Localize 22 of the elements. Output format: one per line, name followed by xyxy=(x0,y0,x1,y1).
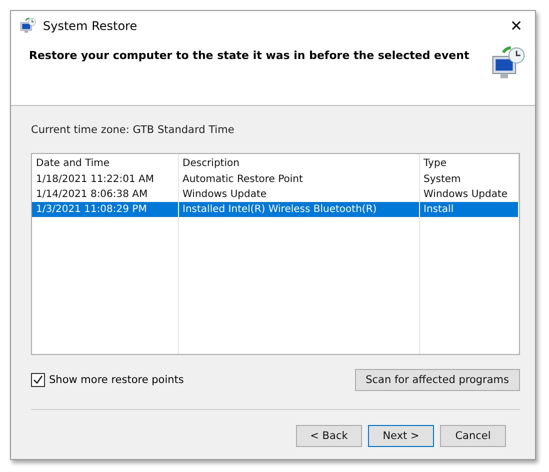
checkbox-label: Show more restore points xyxy=(49,374,184,386)
column-header[interactable]: Description xyxy=(178,154,419,172)
page-heading: Restore your computer to the state it was in before the selected event xyxy=(29,49,470,64)
window-title: System Restore xyxy=(43,19,138,33)
close-button[interactable]: ✕ xyxy=(506,17,527,35)
checkbox[interactable] xyxy=(31,373,45,387)
column-header[interactable]: Date and Time xyxy=(32,154,178,172)
time-zone-label: Current time zone: GTB Standard Time xyxy=(31,124,236,136)
dialog-button[interactable]: < Back xyxy=(296,425,362,447)
table-cell: Automatic Restore Point xyxy=(178,172,419,187)
restore-icon xyxy=(19,17,37,35)
table-row[interactable]: 1/18/2021 11:22:01 AM Automatic Restore Point System xyxy=(32,172,518,187)
dialog-button[interactable]: Cancel xyxy=(440,425,506,447)
table-cell: Install xyxy=(419,202,518,217)
column-header[interactable]: Type xyxy=(419,154,518,172)
dialog-button[interactable]: Next > xyxy=(368,425,434,447)
table-cell: 1/3/2021 11:08:29 PM xyxy=(32,202,178,217)
scan-button[interactable]: Scan for affected programs xyxy=(354,369,520,391)
table-cell: 1/18/2021 11:22:01 AM xyxy=(32,172,178,187)
table-row[interactable]: 1/3/2021 11:08:29 PM Installed Intel(R) Wireless Bluetooth(R) Install xyxy=(32,202,518,217)
table-cell: Installed Intel(R) Wireless Bluetooth(R) xyxy=(178,202,419,217)
table-cell: System xyxy=(419,172,518,187)
